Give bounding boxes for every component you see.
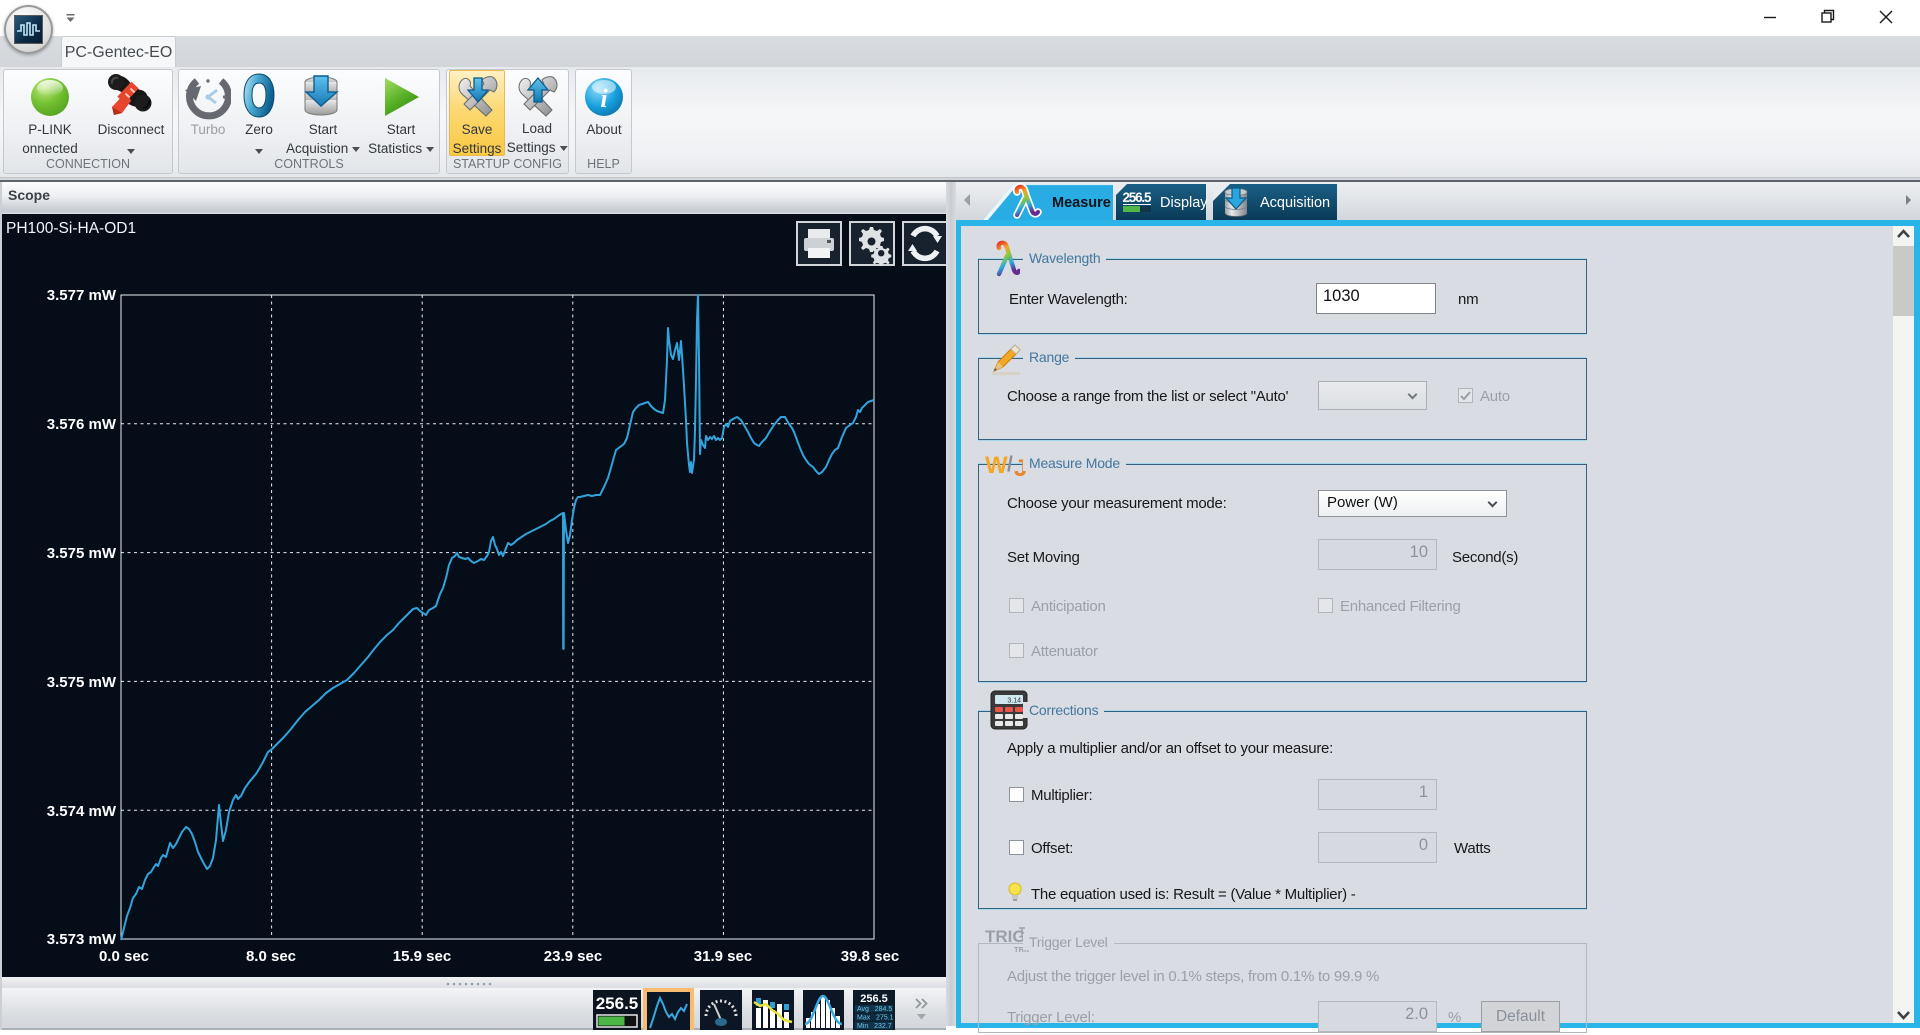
svg-text:i: i bbox=[600, 84, 608, 113]
svg-text:TRIG: TRIG bbox=[985, 927, 1026, 946]
svg-text:256.5: 256.5 bbox=[860, 993, 888, 1005]
svg-text:W: W bbox=[985, 452, 1008, 479]
svg-text:8.0 sec: 8.0 sec bbox=[246, 948, 296, 965]
svg-text:256.5: 256.5 bbox=[1123, 190, 1152, 205]
svg-text:23.9 sec: 23.9 sec bbox=[544, 948, 602, 965]
svg-text:Measure: Measure bbox=[1052, 195, 1111, 211]
svg-text:Max 275.1: Max 275.1 bbox=[857, 1014, 894, 1021]
svg-text:PH100-Si-HA-OD1: PH100-Si-HA-OD1 bbox=[6, 220, 136, 237]
svg-text:Acquisition: Acquisition bbox=[1260, 195, 1330, 211]
svg-text:/: / bbox=[1007, 453, 1013, 476]
svg-text:Min 232.7: Min 232.7 bbox=[857, 1023, 892, 1030]
svg-text:3.14: 3.14 bbox=[1007, 698, 1021, 705]
svg-text:15.9 sec: 15.9 sec bbox=[393, 948, 451, 965]
svg-text:Avg 284.5: Avg 284.5 bbox=[857, 1006, 892, 1013]
svg-text:0.0 sec: 0.0 sec bbox=[99, 948, 149, 965]
svg-text:256.5: 256.5 bbox=[596, 994, 639, 1013]
svg-text:3.576 mW: 3.576 mW bbox=[47, 416, 117, 433]
svg-text:3.574 mW: 3.574 mW bbox=[47, 803, 117, 820]
svg-text:31.9 sec: 31.9 sec bbox=[694, 948, 752, 965]
svg-text:3.577 mW: 3.577 mW bbox=[47, 287, 117, 304]
svg-text:39.8 sec: 39.8 sec bbox=[841, 948, 899, 965]
svg-text:Display: Display bbox=[1160, 195, 1208, 211]
svg-text:3.575 mW: 3.575 mW bbox=[47, 545, 117, 562]
svg-text:3.575 mW: 3.575 mW bbox=[47, 674, 117, 691]
svg-text:3.573 mW: 3.573 mW bbox=[47, 931, 117, 948]
